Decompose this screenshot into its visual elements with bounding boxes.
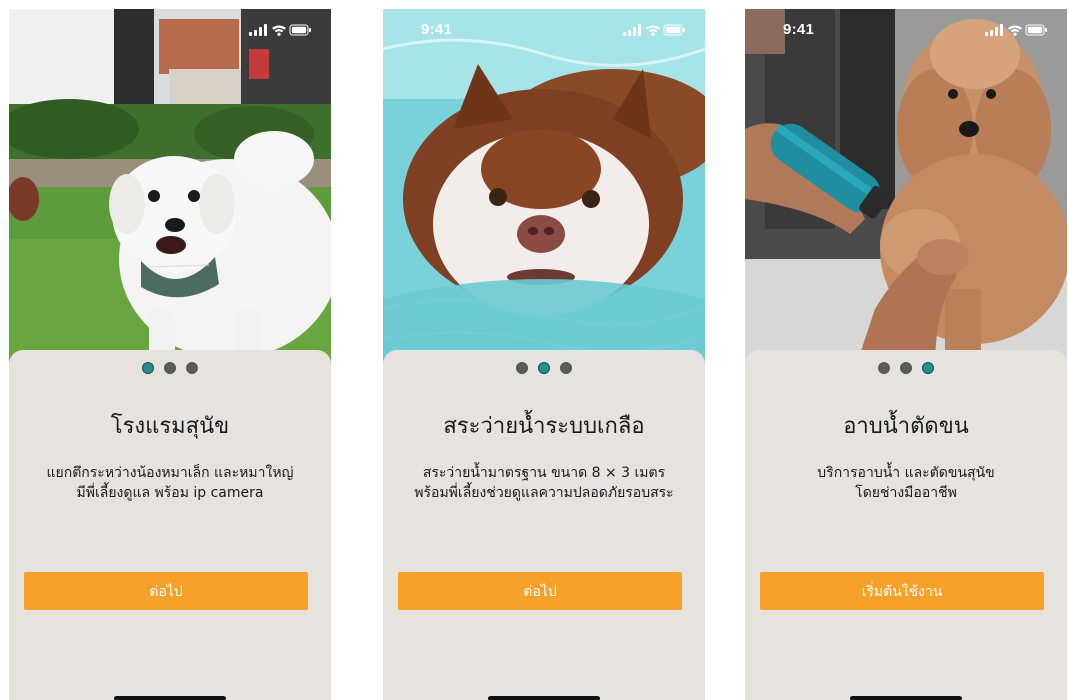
home-indicator xyxy=(488,696,600,700)
card-title: โรงแรมสุนัข xyxy=(110,414,230,439)
status-bar: 9:41 xyxy=(383,9,705,49)
status-time: 9:41 xyxy=(783,21,815,38)
status-time: 9:41 xyxy=(421,21,453,38)
wifi-icon xyxy=(272,25,286,36)
get-started-button[interactable]: เริ่มต้นใช้งาน xyxy=(760,572,1044,610)
onboarding-card: สระว่ายน้ำระบบเกลือ สระว่ายน้ำมาตรฐาน ขน… xyxy=(383,350,705,700)
onboarding-screens: โรงแรมสุนัข แยกตึกระหว่างน้องหมาเล็ก และ… xyxy=(0,0,1069,700)
status-icons xyxy=(249,24,311,36)
onboarding-screen-grooming: 9:41 อาบน้ำตัดขน บริการอาบน้ำ และตัดขนสุ… xyxy=(745,9,1067,700)
card-description-line: โดยช่างมืออาชีพ xyxy=(855,485,957,501)
status-icons xyxy=(623,24,685,36)
page-dot-1[interactable] xyxy=(516,362,528,374)
page-indicator xyxy=(9,362,331,374)
battery-icon xyxy=(1025,24,1047,36)
page-dot-3[interactable] xyxy=(186,362,198,374)
home-indicator xyxy=(114,696,226,700)
card-description: สระว่ายน้ำมาตรฐาน ขนาด 8 × 3 เมตร พร้อมพ… xyxy=(393,463,695,503)
page-indicator xyxy=(383,362,705,374)
status-bar: 9:41 xyxy=(745,9,1067,49)
onboarding-card: โรงแรมสุนัข แยกตึกระหว่างน้องหมาเล็ก และ… xyxy=(9,350,331,700)
page-dot-1[interactable] xyxy=(878,362,890,374)
salt-pool-photo xyxy=(383,9,705,369)
wifi-icon xyxy=(646,25,660,36)
page-dot-1[interactable] xyxy=(142,362,154,374)
page-dot-3[interactable] xyxy=(560,362,572,374)
page-dot-2[interactable] xyxy=(900,362,912,374)
next-button[interactable]: ต่อไป xyxy=(398,572,682,610)
onboarding-card: อาบน้ำตัดขน บริการอาบน้ำ และตัดขนสุนัข โ… xyxy=(745,350,1067,700)
card-title: สระว่ายน้ำระบบเกลือ xyxy=(443,414,645,439)
grooming-photo xyxy=(745,9,1067,369)
next-button[interactable]: ต่อไป xyxy=(24,572,308,610)
card-description-line: แยกตึกระหว่างน้องหมาเล็ก และหมาใหญ่ xyxy=(46,465,294,481)
page-indicator xyxy=(745,362,1067,374)
page-dot-2[interactable] xyxy=(164,362,176,374)
cellular-signal-icon xyxy=(249,24,267,36)
battery-icon xyxy=(289,24,311,36)
home-indicator xyxy=(850,696,962,700)
card-description: บริการอาบน้ำ และตัดขนสุนัข โดยช่างมืออาช… xyxy=(755,463,1057,503)
status-icons xyxy=(985,24,1047,36)
dog-hotel-photo xyxy=(9,9,331,369)
page-dot-2[interactable] xyxy=(538,362,550,374)
battery-icon xyxy=(663,24,685,36)
card-description-line: บริการอาบน้ำ และตัดขนสุนัข xyxy=(817,465,995,481)
card-description-line: สระว่ายน้ำมาตรฐาน ขนาด 8 × 3 เมตร xyxy=(422,465,666,481)
card-description: แยกตึกระหว่างน้องหมาเล็ก และหมาใหญ่ มีพี… xyxy=(19,463,321,503)
card-description-line: มีพี่เลี้ยงดูแล พร้อม ip camera xyxy=(76,485,264,501)
cellular-signal-icon xyxy=(985,24,1003,36)
onboarding-screen-dog-hotel: โรงแรมสุนัข แยกตึกระหว่างน้องหมาเล็ก และ… xyxy=(9,9,331,700)
onboarding-screen-salt-pool: 9:41 สระว่ายน้ำระบบเกลือ สระว่ายน้ำมาตรฐ… xyxy=(383,9,705,700)
card-description-line: พร้อมพี่เลี้ยงช่วยดูแลความปลอดภัยรอบสระ xyxy=(414,485,674,501)
page-dot-3[interactable] xyxy=(922,362,934,374)
cellular-signal-icon xyxy=(623,24,641,36)
status-bar xyxy=(9,9,331,49)
wifi-icon xyxy=(1008,25,1022,36)
card-title: อาบน้ำตัดขน xyxy=(843,414,969,439)
